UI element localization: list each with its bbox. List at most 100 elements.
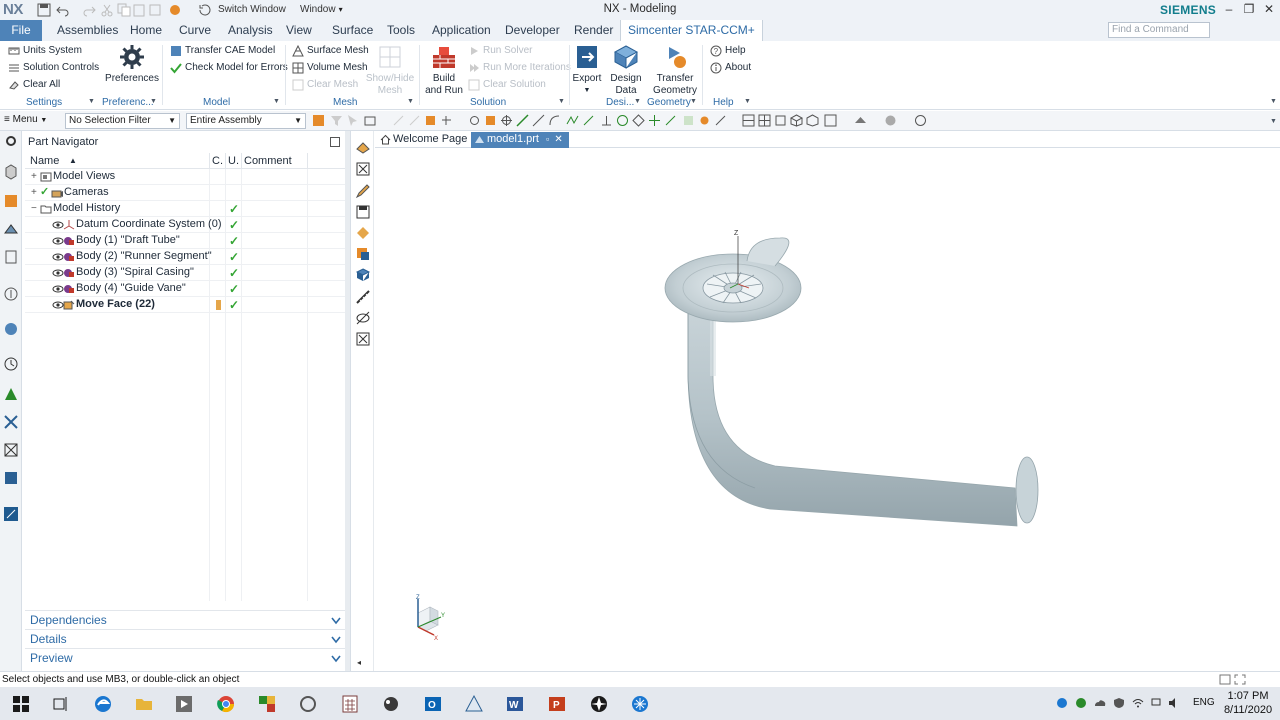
tree-row-cameras[interactable]: + ✓ Cameras — [25, 185, 345, 201]
task-view-icon[interactable] — [50, 693, 72, 715]
tree-row-model-history[interactable]: − Model History ✓ — [25, 201, 345, 217]
tab-file[interactable]: File — [0, 20, 42, 41]
snap-midpoint-icon[interactable] — [484, 114, 497, 127]
transfer-cae-model-button[interactable]: Transfer CAE Model — [170, 42, 275, 59]
render-style-icon[interactable] — [854, 114, 867, 127]
tab-welcome-page[interactable]: Welcome Page — [377, 132, 473, 148]
maximize-panel-icon[interactable] — [330, 137, 340, 147]
snap-center-icon[interactable] — [500, 114, 513, 127]
chevron-down-icon[interactable]: ▼ — [88, 98, 95, 105]
copy-icon[interactable] — [117, 3, 131, 17]
touch-mode-icon[interactable] — [168, 3, 182, 17]
volume-icon[interactable] — [1168, 697, 1180, 709]
hd3d-tools-icon[interactable] — [3, 286, 19, 302]
nx-2020-icon[interactable] — [463, 693, 485, 715]
group-mesh[interactable]: Mesh — [333, 97, 357, 108]
history-clock-icon[interactable] — [3, 356, 19, 372]
tree-row-body-runner-segment[interactable]: Body (2) "Runner Segment" ✓ — [25, 249, 345, 265]
paint-icon[interactable] — [380, 693, 402, 715]
pencil-icon[interactable] — [355, 183, 371, 199]
fullscreen-icon[interactable] — [1234, 674, 1246, 685]
column-u[interactable]: U. — [228, 155, 239, 167]
graphics-window[interactable]: Welcome Page model1.prt ▫ ✕ Z Z X Y — [375, 131, 1280, 671]
window-menu[interactable]: Window ▾ — [300, 3, 343, 15]
chevron-down-icon[interactable]: ▼ — [744, 98, 751, 105]
toolbar-expand-icon[interactable]: ▼ — [1270, 118, 1277, 125]
file-explorer-icon[interactable] — [133, 693, 155, 715]
tab-tools[interactable]: Tools — [380, 20, 422, 41]
selection-scope-dropdown[interactable]: Entire Assembly ▼ — [186, 113, 306, 129]
show-hide-mesh-button[interactable]: Show/Hide Mesh — [364, 43, 416, 97]
about-button[interactable]: About — [710, 59, 751, 76]
save-icon[interactable] — [37, 3, 51, 17]
column-name[interactable]: Name — [30, 155, 59, 167]
snap-quadrant-icon[interactable] — [632, 114, 645, 127]
run-solver-button[interactable]: Run Solver — [468, 42, 532, 59]
chrome-icon[interactable] — [215, 693, 237, 715]
settings-gear-icon[interactable] — [3, 133, 19, 149]
chevron-down-icon[interactable]: ▼ — [634, 98, 641, 105]
snowflake-app-icon[interactable] — [629, 693, 651, 715]
wifi-icon[interactable] — [1132, 697, 1144, 709]
ribbon-expand-icon[interactable]: ▼ — [1270, 98, 1277, 105]
design-data-button[interactable]: Design Data — [606, 43, 646, 97]
reuse-library-icon[interactable] — [3, 249, 19, 265]
collapse-icon[interactable]: − — [31, 203, 40, 214]
background-icon[interactable] — [884, 114, 897, 127]
sort-ascending-icon[interactable]: ▲ — [69, 156, 77, 165]
snap-pole-icon[interactable] — [714, 114, 727, 127]
process-studio-icon[interactable] — [3, 386, 19, 402]
chevron-down-icon[interactable]: ▼ — [273, 98, 280, 105]
security-icon[interactable] — [1113, 697, 1125, 709]
snipping-tool-icon[interactable] — [297, 693, 319, 715]
transfer-geometry-button[interactable]: Transfer Geometry — [651, 43, 699, 97]
expand-icon[interactable]: + — [31, 171, 40, 182]
tab-analysis[interactable]: Analysis — [221, 20, 280, 41]
tray-app-icon[interactable] — [1075, 697, 1087, 709]
simcenter-icon[interactable] — [3, 506, 19, 522]
check-model-errors-button[interactable]: Check Model for Errors — [170, 59, 288, 76]
measure-icon[interactable] — [355, 289, 371, 305]
tab-surface[interactable]: Surface — [325, 20, 380, 41]
tab-simcenter-star-ccm[interactable]: Simcenter STAR-CCM+ — [620, 20, 763, 41]
tab-curve[interactable]: Curve — [172, 20, 218, 41]
expand-icon[interactable]: + — [31, 187, 40, 198]
compare-icon[interactable] — [1219, 674, 1231, 685]
view-cube-icon[interactable] — [790, 114, 803, 127]
selection-filter-dropdown[interactable]: No Selection Filter ▼ — [65, 113, 180, 129]
layer-settings-icon[interactable] — [355, 246, 371, 262]
group-preferences[interactable]: Preferenc... — [102, 97, 154, 108]
shading-icon[interactable] — [914, 114, 927, 127]
preferences-button[interactable]: Preferences — [105, 43, 159, 85]
tab-assemblies[interactable]: Assemblies — [50, 20, 125, 41]
snap-perpendicular-icon[interactable] — [600, 114, 613, 127]
tab-render[interactable]: Render — [567, 20, 620, 41]
snap-bounded-icon[interactable] — [698, 114, 711, 127]
fit-view-icon[interactable] — [355, 161, 371, 177]
filter-icon[interactable] — [330, 114, 343, 127]
edge-browser-icon[interactable] — [92, 693, 114, 715]
view-orient-icon[interactable] — [824, 114, 837, 127]
clear-mesh-button[interactable]: Clear Mesh — [292, 76, 358, 93]
windows-start-icon[interactable] — [10, 693, 32, 715]
column-comment[interactable]: Comment — [244, 155, 292, 167]
chevron-down-icon[interactable]: ▼ — [407, 98, 414, 105]
media-player-icon[interactable] — [173, 693, 195, 715]
turbine-model[interactable]: Z — [655, 226, 1055, 536]
column-c[interactable]: C. — [212, 155, 223, 167]
collapse-strip-icon[interactable]: ◂ — [357, 658, 361, 667]
tree-row-move-face[interactable]: Move Face (22) ✓ — [25, 297, 345, 313]
view-grid-icon[interactable] — [758, 114, 771, 127]
powerpoint-icon[interactable]: P — [546, 693, 568, 715]
tab-pin-icon[interactable]: ▫ — [546, 134, 549, 144]
tree-row-model-views[interactable]: + Model Views — [25, 169, 345, 185]
chevron-down-icon[interactable]: ▼ — [690, 98, 697, 105]
select-body-icon[interactable] — [408, 114, 421, 127]
tree-row-body-spiral-casing[interactable]: Body (3) "Spiral Casing" ✓ — [25, 265, 345, 281]
preview-panel[interactable]: Preview — [25, 648, 345, 666]
part-navigator-icon[interactable] — [3, 221, 19, 237]
switch-window-button[interactable]: Switch Window — [218, 3, 286, 15]
view-wire-icon[interactable] — [806, 114, 819, 127]
tree-row-body-draft-tube[interactable]: Body (1) "Draft Tube" ✓ — [25, 233, 345, 249]
undo-icon[interactable] — [56, 3, 70, 17]
